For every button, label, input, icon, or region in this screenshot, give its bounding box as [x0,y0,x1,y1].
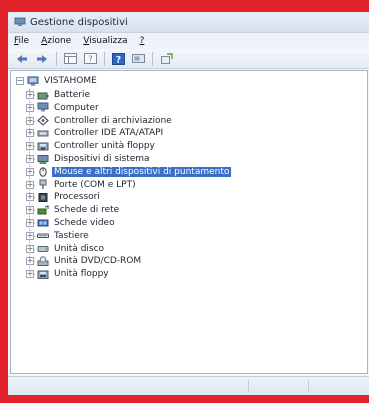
tree-item[interactable]: + Controller unità floppy [26,140,157,152]
tree-item[interactable]: + Unità disco [26,243,106,255]
device-manager-app-icon [14,17,26,26]
toolbar-separator-3 [152,51,153,66]
svg-text:?: ? [88,55,92,64]
expand-toggle[interactable]: + [26,206,34,215]
tree-item-label: Batterie [54,90,91,100]
expand-toggle[interactable]: + [26,270,34,279]
device-manager-window: Gestione dispositivi File Azione Visuali… [8,12,369,395]
mouse-icon [37,166,49,178]
tree-root-label: VISTAHOME [44,76,97,86]
tree-item-label: Computer [54,102,99,113]
tree-item[interactable]: + Processori [26,191,102,203]
tree-item[interactable]: + Mouse e altri dispositivi di puntamento [26,166,232,178]
menu-azione-rest: zione [47,36,72,46]
floppy-drive-icon [37,269,49,280]
expand-toggle[interactable]: + [26,116,34,125]
forward-icon[interactable] [34,52,50,66]
toolbar-separator [56,51,57,66]
svg-text:?: ? [115,55,120,65]
tree-item[interactable]: + Schede di rete [26,204,121,216]
computer-root-icon [27,75,39,87]
storage-controller-icon [37,115,49,126]
scan-hardware-icon[interactable] [130,52,146,66]
expand-toggle[interactable]: + [26,257,34,266]
keyboard-icon [37,230,49,241]
display-adapter-icon [37,218,49,229]
expand-toggle[interactable]: + [26,167,34,176]
expand-toggle[interactable]: + [26,219,34,227]
tree-item-label: Controller di archiviazione [54,115,172,126]
help-icon[interactable]: ? [110,52,126,66]
tree-item[interactable]: + Tastiere [26,230,91,242]
system-devices-icon [37,154,49,165]
menu-file-rest: ile [18,36,30,46]
tree-item-label: Porte (COM e LPT) [54,179,136,190]
tree-item-label: Controller unità floppy [54,141,155,152]
tree-root-node[interactable]: − VISTAHOME [16,75,99,87]
tree-item-label: Controller IDE ATA/ATAPI [54,128,164,139]
expand-toggle[interactable]: + [26,155,34,163]
menu-file[interactable]: File [14,36,29,46]
toolbar-separator-2 [104,51,105,66]
dvd-drive-icon [37,256,49,267]
back-icon[interactable] [14,52,30,66]
expand-toggle[interactable]: + [26,91,34,99]
tree-item[interactable]: + Batterie [26,89,92,101]
tree-item[interactable]: + Unità floppy [26,268,111,280]
expand-toggle[interactable]: + [26,180,34,189]
expand-toggle[interactable]: + [26,244,34,253]
window-title: Gestione dispositivi [30,16,128,28]
tree-item-label: Schede video [54,218,115,228]
expand-toggle[interactable]: + [26,231,34,240]
battery-icon [37,90,49,101]
tree-item-label: Mouse e altri dispositivi di puntamento [52,166,232,177]
menu-bar: File Azione Visualizza ? [8,33,369,49]
update-driver-icon[interactable] [158,52,174,66]
device-tree[interactable]: − VISTAHOME + Batterie + Computer + Controlle… [10,70,368,374]
expand-toggle[interactable]: + [26,129,34,138]
menu-azione[interactable]: Azione [41,36,71,46]
tree-item-label: Processori [54,192,100,203]
processor-icon [37,192,49,203]
tree-item[interactable]: + Unità DVD/CD-ROM [26,255,143,267]
help-panel-icon[interactable]: ? [82,52,98,66]
tree-item[interactable]: + Porte (COM e LPT) [26,179,138,191]
toolbar: ? ? [8,49,369,69]
tree-item[interactable]: + Dispositivi di sistema [26,153,152,165]
tree-item-label: Unità disco [54,243,105,254]
expand-toggle[interactable]: + [26,103,34,112]
status-cell-2 [308,380,309,392]
tree-item[interactable]: + Computer [26,102,101,114]
tree-item-label: Unità floppy [54,269,109,280]
menu-help[interactable]: ? [140,36,145,46]
title-bar[interactable]: Gestione dispositivi [8,12,369,33]
collapse-toggle[interactable]: − [16,77,24,85]
ide-controller-icon [37,128,49,139]
tree-item-label: Dispositivi di sistema [54,154,150,164]
disk-drive-icon [37,243,49,254]
status-cell-1 [248,380,249,392]
port-icon [37,179,49,190]
tree-item[interactable]: + Schede video [26,217,117,229]
properties-grid-icon[interactable] [62,52,78,66]
tree-item[interactable]: + Controller di archiviazione [26,115,174,127]
network-card-icon [37,204,49,216]
expand-toggle[interactable]: + [26,193,34,202]
tree-item-label: Tastiere [54,230,89,241]
floppy-controller-icon [37,141,49,152]
tree-item-label: Schede di rete [54,205,120,216]
menu-visualizza[interactable]: Visualizza [83,36,127,46]
tree-item[interactable]: + Controller IDE ATA/ATAPI [26,127,165,139]
expand-toggle[interactable]: + [26,142,34,151]
status-bar [8,376,369,395]
tree-item-label: Unità DVD/CD-ROM [54,256,142,267]
computer-icon [37,102,49,113]
menu-visualizza-rest: isualizza [89,36,128,46]
